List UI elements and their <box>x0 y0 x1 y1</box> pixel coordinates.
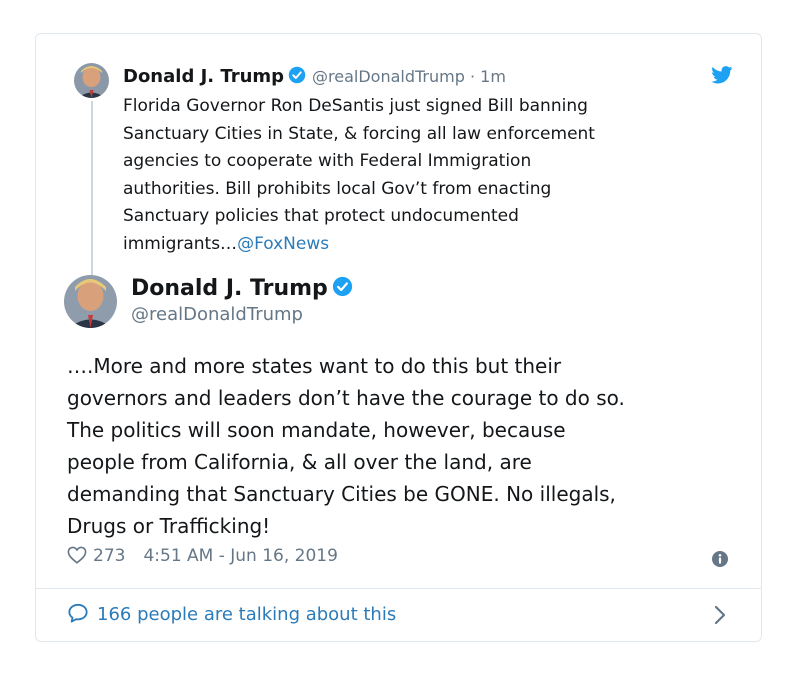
main-avatar[interactable] <box>64 275 117 328</box>
tweet-text-line: The politics will soon mandate, however,… <box>67 418 566 442</box>
tweet-text-line: governors and leaders don’t have the cou… <box>67 386 625 410</box>
footer-divider <box>36 588 761 589</box>
reply-header: Donald J. Trump @realDonaldTrump · 1m <box>123 66 506 88</box>
talking-about-link[interactable]: 166 people are talking about this <box>67 603 396 628</box>
reply-text-line-last: immigrants…@FoxNews <box>123 231 723 259</box>
verified-badge-icon <box>332 276 353 303</box>
tweet-text-line: Drugs or Trafficking! <box>67 514 271 538</box>
tweet-text-line: people from California, & all over the l… <box>67 450 532 474</box>
talking-about-text[interactable]: 166 people are talking about this <box>97 604 396 625</box>
tweet-timestamp[interactable]: 4:51 AM - Jun 16, 2019 <box>143 546 338 566</box>
like-count[interactable]: 273 <box>93 546 125 566</box>
tweet-text: ….More and more states want to do this b… <box>67 350 747 542</box>
twitter-bird-icon[interactable] <box>711 66 733 88</box>
reply-text-line: Sanctuary policies that protect undocume… <box>123 206 519 226</box>
comment-bubble-icon <box>67 603 89 628</box>
verified-badge-icon <box>288 66 306 88</box>
reply-text-line: agencies to cooperate with Federal Immig… <box>123 151 532 171</box>
heart-icon[interactable] <box>67 546 87 569</box>
tweet-text-line: demanding that Sanctuary Cities be GONE.… <box>67 482 616 506</box>
reply-text: Florida Governor Ron DeSantis just signe… <box>123 93 723 258</box>
tweet-text-line: ….More and more states want to do this b… <box>67 354 562 378</box>
reply-text-tail: immigrants… <box>123 233 238 254</box>
reply-timestamp[interactable]: · 1m <box>470 67 506 86</box>
reply-author-name[interactable]: Donald J. Trump <box>123 66 284 87</box>
tweet-meta: 273 4:51 AM - Jun 16, 2019 <box>67 546 338 569</box>
reply-text-line: Sanctuary Cities in State, & forcing all… <box>123 123 595 144</box>
reply-avatar[interactable] <box>74 63 109 98</box>
mention-link[interactable]: @FoxNews <box>237 234 329 254</box>
reply-text-line: authorities. Bill prohibits local Gov’t … <box>123 178 552 199</box>
author-name[interactable]: Donald J. Trump <box>131 276 353 303</box>
tweet-card: Donald J. Trump @realDonaldTrump · 1m Flo… <box>35 33 762 642</box>
author-handle[interactable]: @realDonaldTrump <box>131 304 303 325</box>
reply-author-handle[interactable]: @realDonaldTrump <box>312 67 465 86</box>
reply-text-line: Florida Governor Ron DeSantis just signe… <box>123 96 588 116</box>
author-name-text[interactable]: Donald J. Trump <box>131 276 328 301</box>
info-icon[interactable] <box>712 551 728 571</box>
chevron-right-icon[interactable] <box>713 605 727 629</box>
